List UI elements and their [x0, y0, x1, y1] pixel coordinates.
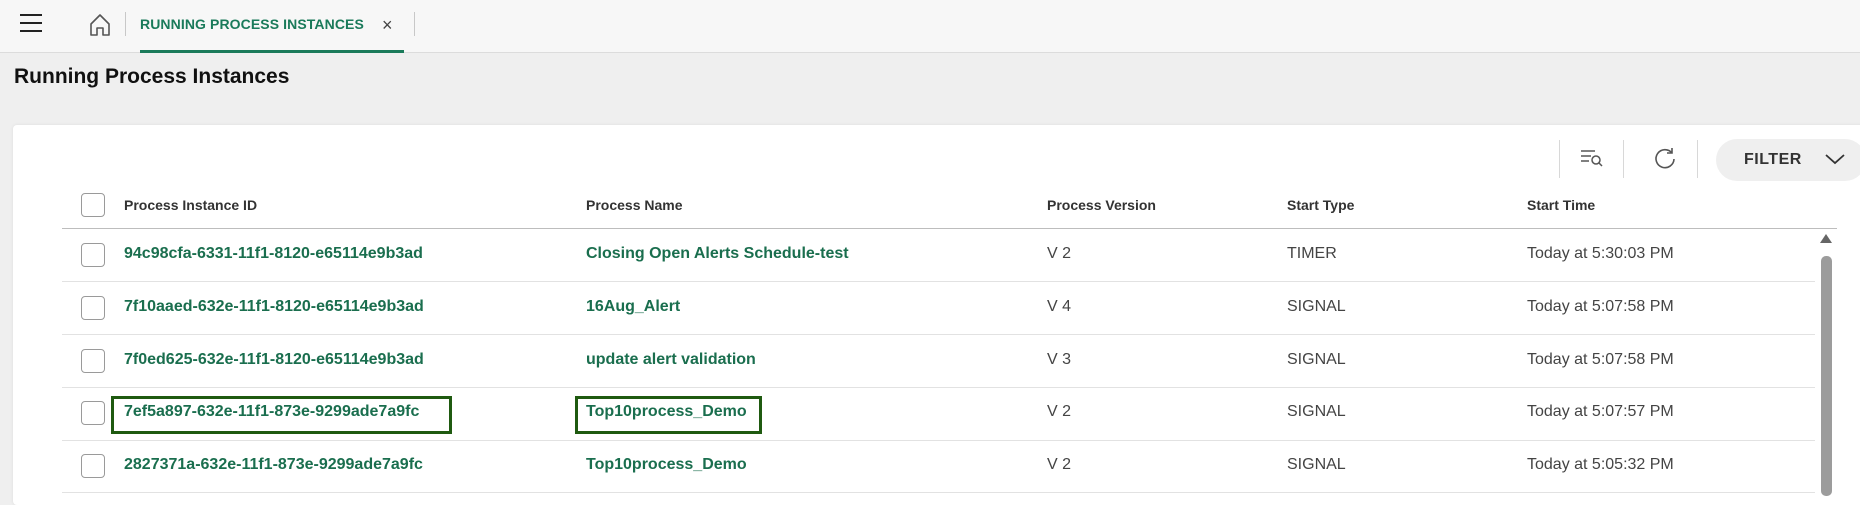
home-icon[interactable]	[86, 11, 114, 39]
row-checkbox[interactable]	[81, 401, 105, 425]
process-name-link[interactable]: update alert validation	[586, 351, 756, 369]
process-name-link[interactable]: Closing Open Alerts Schedule-test	[586, 245, 849, 263]
process-instance-id-link[interactable]: 7f10aaed-632e-11f1-8120-e65114e9b3ad	[124, 298, 424, 316]
toolbar-divider	[1559, 140, 1560, 178]
table-header-divider	[62, 228, 1837, 229]
tab-active-indicator	[140, 50, 404, 53]
page-title: Running Process Instances	[14, 65, 290, 88]
tab-running-process-instances[interactable]: RUNNING PROCESS INSTANCES ×	[140, 0, 404, 53]
toolbar-divider	[1623, 140, 1624, 178]
hamburger-menu-icon[interactable]	[20, 14, 42, 34]
scrollbar-thumb[interactable]	[1821, 256, 1832, 496]
start-time: Today at 5:30:03 PM	[1527, 245, 1674, 262]
process-version: V 3	[1047, 351, 1072, 368]
start-type: SIGNAL	[1287, 351, 1346, 368]
process-version: V 4	[1047, 298, 1072, 315]
process-name-link[interactable]: Top10process_Demo	[586, 456, 747, 474]
row-divider	[62, 281, 1815, 282]
filter-button[interactable]: FILTER	[1716, 139, 1860, 181]
chevron-down-icon	[1824, 151, 1846, 172]
start-type: SIGNAL	[1287, 456, 1346, 473]
select-all-checkbox[interactable]	[81, 193, 105, 217]
process-instance-id-link[interactable]: 2827371a-632e-11f1-873e-9299ade7a9fc	[124, 456, 423, 474]
process-name-link[interactable]: 16Aug_Alert	[586, 298, 680, 316]
process-instance-id-link[interactable]: 7ef5a897-632e-11f1-873e-9299ade7a9fc	[124, 403, 419, 421]
start-time: Today at 5:07:58 PM	[1527, 351, 1674, 368]
row-divider	[62, 492, 1815, 493]
column-header-process-name[interactable]: Process Name	[586, 197, 683, 213]
start-type: SIGNAL	[1287, 403, 1346, 420]
toolbar-divider	[1697, 140, 1698, 178]
process-version: V 2	[1047, 403, 1072, 420]
row-divider	[62, 387, 1815, 388]
process-version: V 2	[1047, 245, 1072, 262]
process-instance-id-link[interactable]: 7f0ed625-632e-11f1-8120-e65114e9b3ad	[124, 351, 424, 369]
nav-divider	[125, 12, 126, 36]
row-checkbox[interactable]	[81, 243, 105, 267]
start-time: Today at 5:07:58 PM	[1527, 298, 1674, 315]
row-checkbox[interactable]	[81, 349, 105, 373]
row-checkbox[interactable]	[81, 296, 105, 320]
nav-divider	[414, 12, 415, 36]
row-divider	[62, 440, 1815, 441]
row-divider	[62, 334, 1815, 335]
start-time: Today at 5:05:32 PM	[1527, 456, 1674, 473]
column-header-start-type[interactable]: Start Type	[1287, 197, 1354, 213]
tab-label: RUNNING PROCESS INSTANCES	[140, 16, 364, 32]
start-type: TIMER	[1287, 245, 1337, 262]
process-name-link[interactable]: Top10process_Demo	[586, 403, 747, 421]
filter-label: FILTER	[1744, 151, 1802, 168]
column-header-process-version[interactable]: Process Version	[1047, 197, 1156, 213]
row-checkbox[interactable]	[81, 454, 105, 478]
top-nav-bar: RUNNING PROCESS INSTANCES ×	[0, 0, 1860, 53]
start-type: SIGNAL	[1287, 298, 1346, 315]
title-bar: Running Process Instances	[0, 54, 1860, 102]
scroll-up-arrow-icon[interactable]	[1820, 234, 1832, 243]
column-header-start-time[interactable]: Start Time	[1527, 197, 1595, 213]
column-header-process-instance-id[interactable]: Process Instance ID	[124, 197, 257, 213]
search-list-icon[interactable]	[1580, 148, 1604, 168]
process-version: V 2	[1047, 456, 1072, 473]
process-instance-id-link[interactable]: 94c98cfa-6331-11f1-8120-e65114e9b3ad	[124, 245, 423, 263]
start-time: Today at 5:07:57 PM	[1527, 403, 1674, 420]
tab-close-icon[interactable]: ×	[382, 15, 393, 35]
refresh-icon[interactable]	[1652, 145, 1678, 171]
